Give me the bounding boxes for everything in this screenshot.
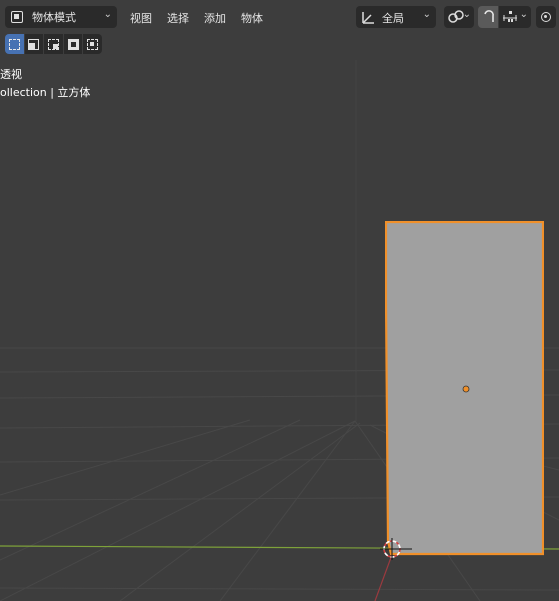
collection-object-label: ollection | 立方体: [0, 86, 91, 99]
mode-select[interactable]: 物体模式 ⌄: [5, 6, 117, 28]
select-mode-new-button[interactable]: [5, 34, 24, 54]
pivot-point-select[interactable]: ⌄: [444, 6, 474, 28]
object-mode-icon: [11, 11, 23, 23]
origin-point: [462, 385, 470, 393]
proportional-edit-icon: [541, 12, 551, 22]
increment-snap-icon: [503, 11, 517, 22]
transform-orientation-label: 全局: [382, 12, 404, 25]
menu-select[interactable]: 选择: [167, 10, 189, 26]
chevron-down-icon: ⌄: [103, 9, 112, 20]
mode-select-label: 物体模式: [32, 11, 76, 24]
proportional-edit-toggle[interactable]: [536, 6, 556, 28]
3d-viewport[interactable]: 透视 ollection | 立方体: [0, 0, 559, 601]
cube-object[interactable]: [385, 221, 544, 556]
menu-add[interactable]: 添加: [204, 10, 226, 26]
transform-orientation-icon: [362, 12, 374, 24]
view-name-label: 透视: [0, 68, 22, 81]
snap-to-select[interactable]: ⌄: [499, 6, 531, 28]
select-subtract-icon: [47, 38, 59, 50]
viewport-header: 物体模式 ⌄ 视图 选择 添加 物体 全局 ⌄ ⌄ ⌄: [0, 0, 559, 33]
select-mode-invert-button[interactable]: [63, 34, 83, 54]
select-extend-icon: [28, 38, 40, 50]
magnet-icon: [484, 10, 494, 22]
select-mode-group: [5, 34, 103, 54]
snap-toggle[interactable]: [478, 6, 498, 28]
select-intersect-icon: [87, 38, 99, 50]
menu-object[interactable]: 物体: [241, 10, 263, 26]
select-mode-subtract-button[interactable]: [44, 34, 63, 54]
menu-view[interactable]: 视图: [130, 10, 152, 26]
3d-cursor-icon: [380, 538, 412, 560]
select-invert-icon: [67, 38, 79, 50]
select-mode-intersect-button[interactable]: [83, 34, 102, 54]
select-new-icon: [8, 38, 20, 50]
chevron-down-icon: ⌄: [422, 9, 431, 20]
select-mode-extend-button[interactable]: [24, 34, 44, 54]
chevron-down-icon: ⌄: [519, 9, 528, 20]
transform-orientation-select[interactable]: 全局 ⌄: [356, 6, 436, 28]
chevron-down-icon: ⌄: [462, 9, 471, 20]
